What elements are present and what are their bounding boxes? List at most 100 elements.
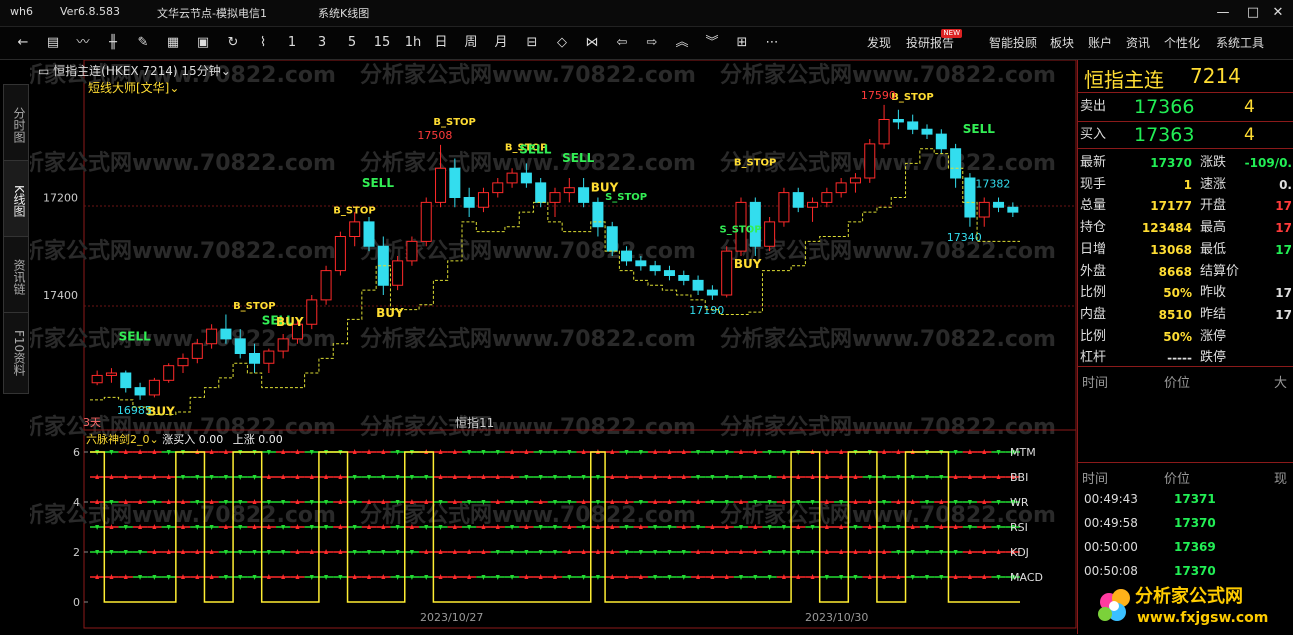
quote-label: 昨收 (1200, 285, 1227, 301)
candle-body (177, 357, 189, 367)
tick-price: 17370 (1174, 516, 1216, 530)
watermark-text: 分析家公式网www.70822.com (360, 502, 696, 528)
candle-body (148, 379, 160, 396)
candle-body (921, 128, 933, 135)
chevron-down-icon[interactable]: ⌄ (169, 81, 179, 95)
menu-discover[interactable]: 发现 (867, 33, 891, 53)
period-week[interactable]: 周 (461, 33, 481, 53)
candle-body (835, 182, 847, 194)
signal-s-stop: S_STOP (720, 224, 762, 235)
menu-news[interactable]: 资讯 (1126, 33, 1150, 53)
quote-row: 比例 50% 昨收 17 (1078, 282, 1293, 304)
menu-research-label: 投研报告 (906, 36, 955, 50)
back-icon[interactable]: ← (12, 33, 34, 53)
lower-info-1: 涨买入 0.00 (162, 433, 224, 446)
down-icon[interactable]: ︾ (701, 33, 723, 53)
scroll-right-icon[interactable]: ⇨ (641, 33, 663, 53)
kline-chart[interactable]: 分析家公式网www.70822.com 分析家公式网www.70822.com 分析… (30, 60, 1077, 635)
candle-icon[interactable]: ╫ (102, 33, 124, 53)
chart-header: ▭ 恒指主连(HKEX 7214) 15分钟⌄ (38, 62, 231, 79)
list-icon[interactable]: ▤ (42, 33, 64, 53)
more-icon[interactable]: ⋯ (761, 33, 783, 53)
candle-body (807, 201, 819, 208)
draw-icon[interactable]: ✎ (132, 33, 154, 53)
scroll-left-icon[interactable]: ⇦ (611, 33, 633, 53)
candle-body (463, 197, 475, 208)
save-icon[interactable]: ▣ (192, 33, 214, 53)
period-month[interactable]: 月 (491, 33, 511, 53)
candle-body (105, 372, 117, 376)
signal-buy: BUY (734, 257, 762, 271)
period-3[interactable]: 3 (312, 33, 332, 53)
menu-account[interactable]: 账户 (1088, 33, 1112, 53)
signal-sell: SELL (963, 122, 995, 136)
candle-body (435, 167, 447, 203)
app-version: Ver6.8.583 (60, 5, 120, 18)
price-annotation: 17508 (417, 129, 452, 142)
candle-body (191, 343, 203, 359)
watermark-text: 分析家公式网www.70822.com (720, 414, 1056, 440)
period-selector[interactable]: 15分钟 (181, 64, 220, 78)
indicator-name[interactable]: 短线大师[文华]⌄ (88, 79, 179, 96)
period-1[interactable]: 1 (282, 33, 302, 53)
lower-tick: 2 (73, 546, 80, 559)
candle-body (721, 250, 733, 296)
quote-row: 总量 17177 开盘 17 (1078, 195, 1293, 217)
menu-tools[interactable]: 系统工具 (1216, 33, 1264, 53)
chevron-down-icon[interactable]: ⌄ (221, 64, 231, 78)
minimize-icon[interactable]: — (1208, 3, 1238, 23)
custom-period-icon[interactable]: ⊟ (521, 33, 543, 53)
price-tick: 17200 (43, 192, 78, 205)
divider (1078, 366, 1293, 367)
menu-advisor[interactable]: 智能投顾 (989, 33, 1037, 53)
quote-value: 17177 (1150, 199, 1192, 214)
tick-time: 00:50:00 (1084, 540, 1138, 554)
tab-timeshare[interactable]: 分时图 (3, 84, 29, 166)
menu-icon[interactable]: ▭ (38, 64, 49, 78)
period-5[interactable]: 5 (342, 33, 362, 53)
layout-icon[interactable]: ⊞ (731, 33, 753, 53)
signal-sell: SELL (519, 142, 551, 156)
candle-body (120, 372, 132, 389)
menu-research[interactable]: 投研报告 NEW (906, 29, 963, 53)
quote-row: 持仓 123484 最高 17 (1078, 217, 1293, 239)
lower-indicator-name[interactable]: 六脉神剑2_0 (86, 433, 150, 446)
up-icon[interactable]: ︽ (671, 33, 693, 53)
period-15[interactable]: 15 (370, 33, 394, 53)
tab-kline[interactable]: K线图 (3, 160, 29, 242)
menu-personalize[interactable]: 个性化 (1164, 33, 1200, 53)
candle-body (563, 187, 575, 194)
chevron-down-icon[interactable]: ⌄ (150, 433, 159, 446)
quote-label: 昨结 (1200, 306, 1227, 322)
date-label-2: 2023/10/30 (805, 611, 869, 624)
grid-icon[interactable]: ▦ (162, 33, 184, 53)
refresh-icon[interactable]: ↻ (222, 33, 244, 53)
tick-time: 00:50:08 (1084, 564, 1138, 578)
candle-body (320, 270, 332, 301)
watermark-text: 分析家公式网www.70822.com (30, 238, 336, 264)
candle-body (878, 119, 890, 145)
quote-value: 17 (1275, 286, 1292, 301)
candle-body (950, 148, 962, 179)
days-tag: 3天 (83, 416, 101, 429)
quote-label: 结算价 (1200, 263, 1240, 279)
candle-body (578, 187, 590, 203)
zoom-in-icon[interactable]: ◇ (551, 33, 573, 53)
period-day[interactable]: 日 (431, 33, 451, 53)
quote-label: 最低 (1200, 241, 1227, 257)
indicator-icon[interactable]: ⌇ (252, 33, 274, 53)
zoom-out-icon[interactable]: ⋈ (581, 33, 603, 53)
line-chart-icon[interactable]: 〰 (72, 33, 94, 53)
watermark-text: 分析家公式网www.70822.com (360, 326, 696, 352)
menu-sector[interactable]: 板块 (1050, 33, 1074, 53)
tab-f10[interactable]: F10资料 (3, 312, 29, 394)
quote-label: 总量 (1080, 198, 1107, 214)
signal-buy: BUY (376, 306, 404, 320)
quote-label: 内盘 (1080, 306, 1107, 322)
close-icon[interactable]: ✕ (1263, 3, 1293, 23)
period-1h[interactable]: 1h (401, 33, 425, 53)
candle-body (234, 338, 246, 354)
candle-body (406, 240, 418, 262)
candle-body (778, 192, 790, 223)
tab-newslink[interactable]: 资讯链 (3, 236, 29, 318)
